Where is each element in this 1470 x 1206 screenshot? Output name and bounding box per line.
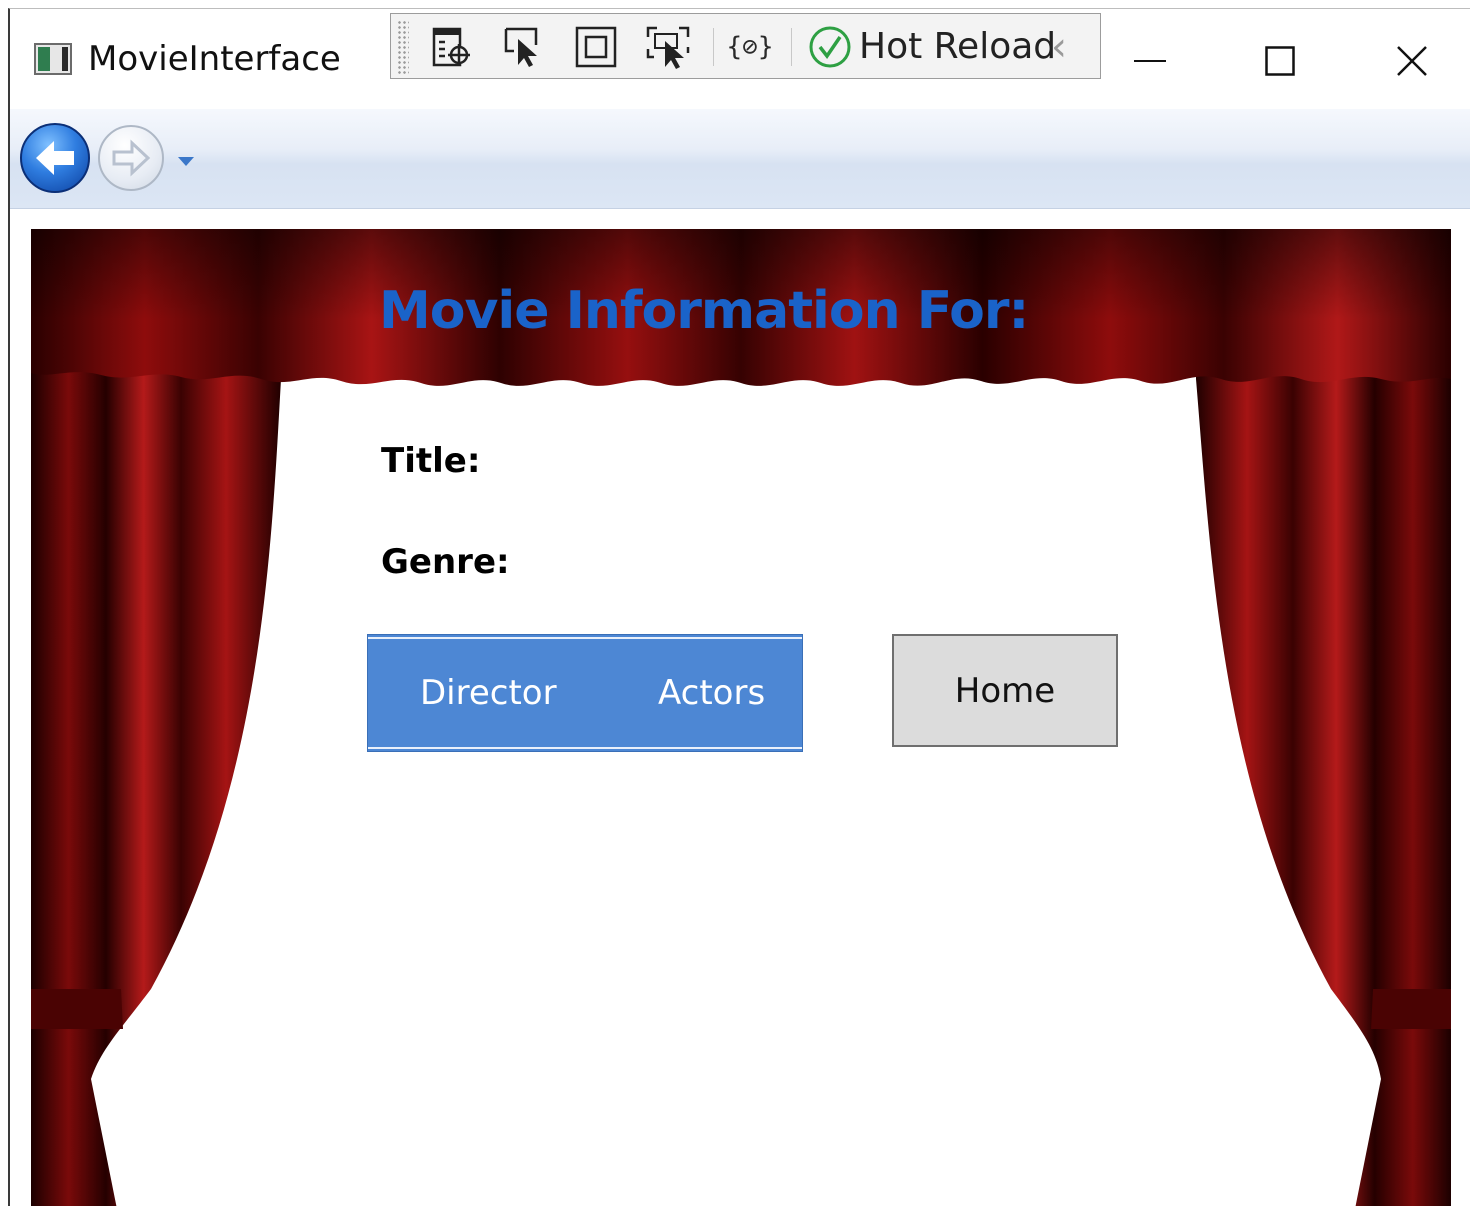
close-icon [1397, 46, 1427, 76]
movie-information-page: Movie Information For: Title: Genre: Dir… [31, 229, 1451, 1206]
xaml-debug-toolbar: {⊘} Hot Reload ‹ [390, 13, 1101, 79]
forward-button[interactable] [98, 125, 164, 191]
window-title: MovieInterface [88, 39, 341, 79]
hot-reload-status-icon[interactable] [805, 22, 855, 72]
maximize-icon [1265, 46, 1295, 76]
navigation-bar [10, 109, 1470, 209]
back-button[interactable] [20, 123, 90, 193]
minimize-button[interactable] [1110, 31, 1190, 91]
back-arrow-icon [36, 141, 74, 175]
tab-actors[interactable]: Actors [658, 673, 765, 713]
live-visual-tree-icon[interactable] [427, 22, 477, 72]
tab-director[interactable]: Director [420, 673, 557, 713]
app-window: MovieInterface {⊘} Hot Reload ‹ Movie In… [8, 8, 1470, 1206]
home-button[interactable]: Home [892, 634, 1118, 747]
close-button[interactable] [1372, 31, 1452, 91]
forward-arrow-icon [112, 139, 151, 177]
collapse-toolbar-icon[interactable]: ‹ [1051, 24, 1067, 70]
binding-failures-icon[interactable]: {⊘} [725, 22, 775, 72]
history-dropdown-icon[interactable] [178, 157, 194, 166]
page-heading: Movie Information For: [379, 281, 1029, 341]
title-bar: MovieInterface {⊘} Hot Reload ‹ [10, 9, 1470, 109]
maximize-button[interactable] [1240, 31, 1320, 91]
genre-label: Genre: [381, 542, 510, 582]
track-focused-element-icon[interactable] [643, 22, 693, 72]
select-element-icon[interactable] [499, 22, 549, 72]
minimize-icon [1134, 60, 1166, 62]
display-layout-adorners-icon[interactable] [571, 22, 621, 72]
toolbar-grip-icon[interactable] [397, 20, 409, 74]
title-label: Title: [381, 441, 481, 481]
director-actors-tab-group: Director Actors [367, 634, 803, 752]
app-icon [34, 43, 72, 75]
hot-reload-label[interactable]: Hot Reload [859, 26, 1056, 67]
